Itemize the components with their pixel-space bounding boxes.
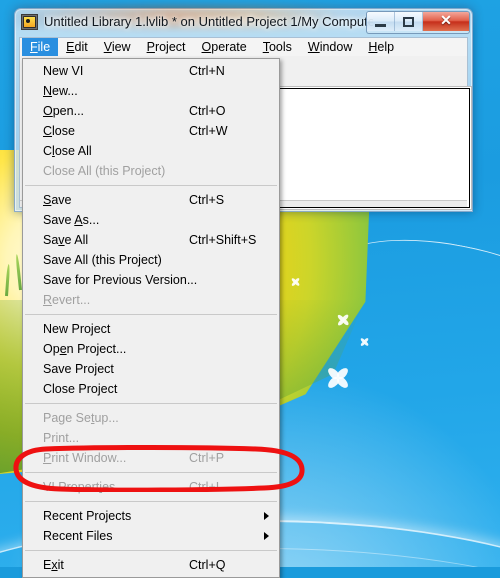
file-dropdown-menu: New VI Ctrl+N New... Open... Ctrl+O Close Ctrl… [22,58,280,578]
menu-item-shortcut: Ctrl+Q [189,558,226,572]
menu-item-label: Save All (this Project) [43,253,162,267]
menu-item-shortcut: Ctrl+O [189,104,226,118]
menubar-item-view[interactable]: View [96,38,139,56]
menu-item-shortcut: Ctrl+N [189,64,225,78]
close-icon: ✕ [440,13,452,29]
chevron-right-icon [264,532,269,540]
menu-item-save[interactable]: Save Ctrl+S [23,190,279,210]
menu-item-label: Save for Previous Version... [43,273,198,287]
menu-item-label: Close [43,124,75,138]
menu-item-label: Recent Projects [43,509,132,523]
menu-item-label: Open Project... [43,342,127,356]
menu-item-shortcut: Ctrl+Shift+S [189,233,257,247]
chevron-right-icon [264,512,269,520]
menu-item-print: Print... [23,428,279,448]
menubar-item-window[interactable]: Window [300,38,360,56]
menubar-item-file[interactable]: File [22,38,59,56]
menubar-item-project[interactable]: Project [139,38,194,56]
menu-separator [25,314,277,315]
menu-item-label: Save Project [43,362,114,376]
menu-item-new-project[interactable]: New Project [23,319,279,339]
menu-item-print-window: Print Window... Ctrl+P [23,448,279,468]
menu-item-label: Open... [43,104,85,118]
menu-item-label: Save All [43,233,89,247]
menu-item-label: Print... [43,431,80,445]
menu-item-label: Save [43,193,72,207]
menu-separator [25,472,277,473]
labview-library-icon [21,14,38,30]
menu-item-save-all[interactable]: Save All Ctrl+Shift+S [23,230,279,250]
menu-item-new-vi[interactable]: New VI Ctrl+N [23,61,279,81]
menu-item-shortcut: Ctrl+S [189,193,225,207]
menu-bar: File Edit View Project Operate Tools Window Hel… [19,37,468,56]
menu-item-close-all-this-project: Close All (this Project) [23,161,279,181]
menu-item-close-all[interactable]: Close All [23,141,279,161]
menu-item-label: Revert... [43,293,91,307]
menu-item-exit[interactable]: Exit Ctrl+Q [23,555,279,575]
menubar-item-operate[interactable]: Operate [194,38,255,56]
menu-item-label: Print Window... [43,451,127,465]
menu-item-save-as[interactable]: Save As... [23,210,279,230]
menu-item-shortcut: Ctrl+I [189,480,220,494]
menubar-item-edit[interactable]: Edit [58,38,96,56]
menu-separator [25,501,277,502]
menu-item-revert: Revert... [23,290,279,310]
menu-item-label: Page Setup... [43,411,119,425]
menu-item-label: New... [43,84,78,98]
menu-item-label: Recent Files [43,529,113,543]
minimize-icon [375,23,386,27]
menu-item-save-project[interactable]: Save Project [23,359,279,379]
menu-item-save-all-this-project[interactable]: Save All (this Project) [23,250,279,270]
maximize-icon [403,16,414,27]
close-button[interactable]: ✕ [423,12,469,31]
menu-item-new[interactable]: New... [23,81,279,101]
menu-item-label: Save As... [43,213,100,227]
menu-item-label: Close Project [43,382,118,396]
menu-item-close[interactable]: Close Ctrl+W [23,121,279,141]
menu-separator [25,185,277,186]
menubar-item-help[interactable]: Help [360,38,402,56]
menu-item-label: Close All (this Project) [43,164,166,178]
menu-item-label: New VI [43,64,84,78]
menu-item-label: Exit [43,558,64,572]
menu-item-close-project[interactable]: Close Project [23,379,279,399]
library-content-panel[interactable] [279,88,470,208]
menu-item-page-setup: Page Setup... [23,408,279,428]
menu-item-save-for-previous-version[interactable]: Save for Previous Version... [23,270,279,290]
window-title: Untitled Library 1.lvlib * on Untitled P… [44,14,373,29]
title-bar[interactable]: Untitled Library 1.lvlib * on Untitled P… [14,8,473,36]
window-controls: ✕ [366,11,470,34]
menu-item-vi-properties: VI Properties Ctrl+I [23,477,279,497]
menu-item-recent-files[interactable]: Recent Files [23,526,279,546]
menu-separator [25,550,277,551]
menu-item-open-project[interactable]: Open Project... [23,339,279,359]
menu-item-open[interactable]: Open... Ctrl+O [23,101,279,121]
menu-item-label: VI Properties [43,480,116,494]
menu-item-shortcut: Ctrl+P [189,451,225,465]
menu-item-recent-projects[interactable]: Recent Projects [23,506,279,526]
menu-separator [25,403,277,404]
minimize-button[interactable] [367,12,395,31]
menu-item-shortcut: Ctrl+W [189,124,228,138]
menubar-item-tools[interactable]: Tools [255,38,300,56]
maximize-button[interactable] [395,12,423,31]
menu-item-label: New Project [43,322,111,336]
menu-item-label: Close All [43,144,92,158]
